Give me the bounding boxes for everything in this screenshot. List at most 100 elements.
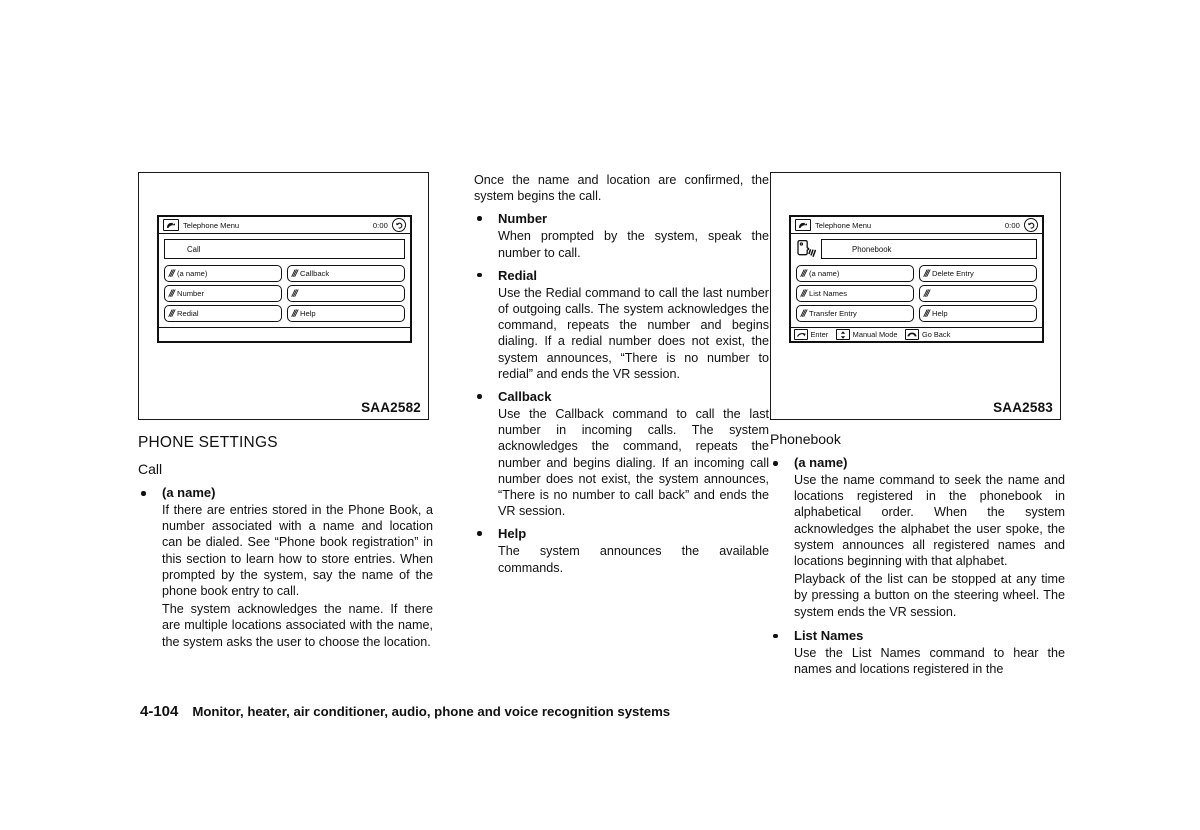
field-row: Call [164, 239, 405, 259]
vr-button-label: List Names [809, 289, 847, 298]
bullet-paragraph: Use the Redial command to call the last … [498, 285, 769, 381]
voice-command-icon: /// [292, 288, 298, 299]
vr-button-label: Help [932, 309, 948, 318]
screen-clock: 0:00 [1004, 220, 1020, 230]
screen-titlebar: Telephone Menu 0:00 [791, 217, 1042, 234]
bullet-title: (a name) [162, 485, 216, 500]
screen-body: Call /// (a name) /// Callback /// Numbe… [159, 234, 410, 322]
bullet-title: Callback [498, 389, 552, 405]
page-footer: 4-104 Monitor, heater, air conditioner, … [140, 703, 670, 720]
bullet-paragraph: Use the List Names command to hear the n… [794, 645, 1065, 677]
hangup-button-icon [905, 329, 920, 340]
vr-button-blank[interactable]: /// [919, 285, 1037, 302]
voice-command-grid: /// (a name) /// Callback /// Number ///… [164, 265, 405, 322]
vr-button-a-name[interactable]: /// (a name) [164, 265, 282, 282]
enter-button-icon [794, 329, 808, 340]
speaking-head-icon [796, 239, 818, 259]
sub-heading-phonebook: Phonebook [770, 431, 841, 447]
vr-button-list-names[interactable]: /// List Names [796, 285, 914, 302]
status-enter[interactable]: Enter [794, 329, 828, 340]
vr-button-label: (a name) [809, 269, 840, 278]
figure-caption: SAA2582 [361, 400, 421, 415]
field-row: Phonebook [796, 239, 1037, 259]
nav-screen-phonebook: Telephone Menu 0:00 Phonebook /// (a nam… [789, 215, 1044, 343]
nav-screen-call: Telephone Menu 0:00 Call /// (a name) //… [157, 215, 412, 343]
voice-command-icon: /// [924, 268, 930, 279]
bullet-title: Number [498, 211, 548, 227]
phone-handset-icon [795, 219, 811, 231]
voice-command-icon: /// [169, 308, 175, 319]
voice-command-icon: /// [292, 308, 298, 319]
figure-telephone-menu-phonebook: Telephone Menu 0:00 Phonebook /// (a nam… [770, 172, 1061, 420]
screen-titlebar: Telephone Menu 0:00 [159, 217, 410, 234]
bullet-paragraph: The system acknowledges the name. If the… [162, 602, 433, 649]
field-phonebook[interactable]: Phonebook [821, 239, 1037, 259]
left-bullet-list: (a name) If there are entries stored in … [138, 485, 433, 650]
bullet-title: Redial [498, 267, 538, 283]
bullet-paragraph: Playback of the list can be stopped at a… [794, 572, 1065, 619]
vr-button-label: Number [177, 289, 205, 298]
back-arrow-icon[interactable] [392, 218, 406, 232]
vr-button-a-name[interactable]: /// (a name) [796, 265, 914, 282]
vr-button-redial[interactable]: /// Redial [164, 305, 282, 322]
screen-title: Telephone Menu [815, 220, 872, 230]
voice-command-grid: /// (a name) /// Delete Entry /// List N… [796, 265, 1037, 322]
vr-button-help[interactable]: /// Help [287, 305, 405, 322]
vr-button-label: Callback [300, 269, 330, 278]
back-arrow-icon[interactable] [1024, 218, 1038, 232]
phone-handset-icon [163, 219, 179, 231]
bullet-callback: Callback Use the Callback command to cal… [474, 389, 769, 519]
figure-caption: SAA2583 [993, 400, 1053, 415]
vr-button-number[interactable]: /// Number [164, 285, 282, 302]
bullet-paragraph: The system announces the available comma… [498, 544, 769, 575]
figure-telephone-menu-call: Telephone Menu 0:00 Call /// (a name) //… [138, 172, 429, 420]
voice-command-icon: /// [169, 268, 175, 279]
vr-button-label: Delete Entry [932, 269, 974, 278]
bullet-paragraph: Use the Callback command to call the las… [498, 407, 769, 519]
voice-command-icon: /// [924, 308, 930, 319]
footer-chapter-title: Monitor, heater, air conditioner, audio,… [192, 704, 671, 719]
bullet-paragraph: When prompted by the system, speak the n… [498, 229, 769, 260]
footer-page-number: 4-104 [140, 703, 179, 720]
screen-clock: 0:00 [372, 220, 388, 230]
screen-title: Telephone Menu [183, 220, 240, 230]
vr-button-label: (a name) [177, 269, 208, 278]
vr-button-transfer-entry[interactable]: /// Transfer Entry [796, 305, 914, 322]
vr-button-label: Help [300, 309, 316, 318]
updown-button-icon [836, 329, 851, 340]
bullet-help: Help The system announces the available … [474, 526, 769, 575]
lead-paragraph: Once the name and location are confirmed… [474, 173, 769, 204]
bullet-title: (a name) [794, 455, 848, 470]
screen-statusbar: Enter Manual Mode Go Back [791, 327, 1042, 341]
status-label: Manual Mode [852, 330, 898, 339]
vr-button-label: Redial [177, 309, 199, 318]
left-column: Telephone Menu 0:00 Call /// (a name) //… [138, 172, 433, 650]
sub-heading-call: Call [138, 461, 163, 477]
screen-body: Phonebook /// (a name) /// Delete Entry … [791, 234, 1042, 322]
bullet-a-name: (a name) If there are entries stored in … [138, 485, 433, 650]
voice-command-icon: /// [924, 288, 930, 299]
right-bullet-list: (a name) Use the name command to seek th… [770, 455, 1065, 677]
bullet-title: List Names [794, 627, 864, 643]
bullet-number: Number When prompted by the system, spea… [474, 211, 769, 260]
vr-button-help[interactable]: /// Help [919, 305, 1037, 322]
bullet-a-name: (a name) Use the name command to seek th… [770, 455, 1065, 620]
screen-statusbar [159, 327, 410, 341]
status-go-back[interactable]: Go Back [905, 329, 950, 340]
field-call[interactable]: Call [164, 239, 405, 259]
voice-command-icon: /// [801, 288, 807, 299]
status-label: Enter [810, 330, 829, 339]
bullet-paragraph: If there are entries stored in the Phone… [162, 503, 433, 599]
vr-button-delete-entry[interactable]: /// Delete Entry [919, 265, 1037, 282]
manual-page: Telephone Menu 0:00 Call /// (a name) //… [0, 0, 1200, 830]
vr-button-callback[interactable]: /// Callback [287, 265, 405, 282]
status-manual-mode[interactable]: Manual Mode [836, 329, 897, 340]
section-heading-phone-settings: PHONE SETTINGS [138, 434, 278, 451]
vr-button-label: Transfer Entry [809, 309, 857, 318]
bullet-list-names: List Names Use the List Names command to… [770, 628, 1065, 677]
voice-command-icon: /// [801, 308, 807, 319]
voice-command-icon: /// [169, 288, 175, 299]
bullet-title: Help [498, 526, 527, 542]
right-column: Telephone Menu 0:00 Phonebook /// (a nam… [770, 172, 1065, 677]
vr-button-blank[interactable]: /// [287, 285, 405, 302]
